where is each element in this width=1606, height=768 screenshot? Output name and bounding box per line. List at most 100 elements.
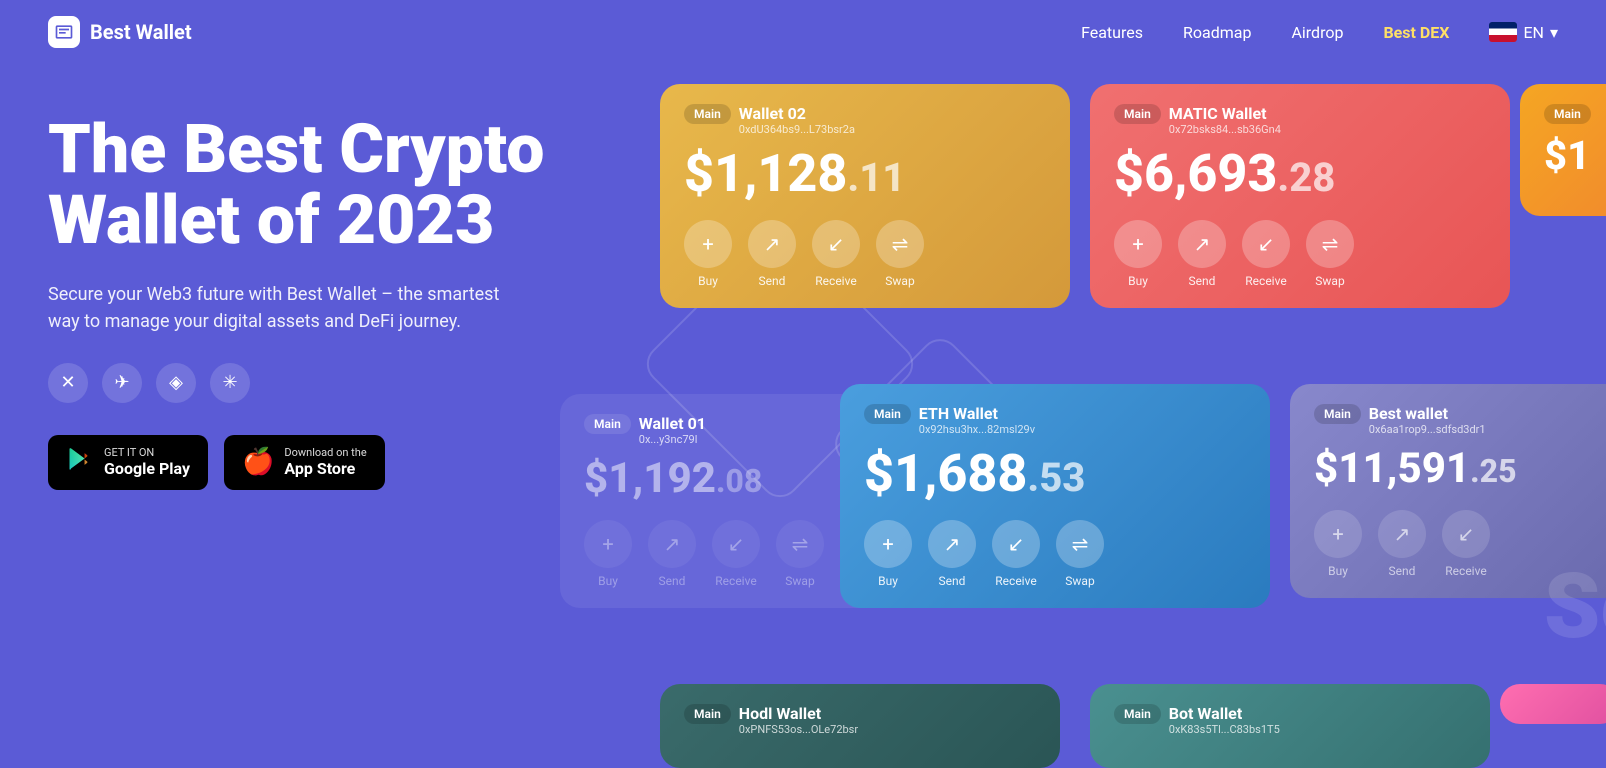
nav-roadmap[interactable]: Roadmap (1183, 23, 1251, 42)
best-actions: + Buy ↗ Send ↙ Receive (1314, 510, 1606, 578)
orange-badge: Main (1544, 104, 1591, 124)
wallet-card-pink (1500, 684, 1606, 724)
best-receive: ↙ Receive (1442, 510, 1490, 578)
wallet02-send[interactable]: ↗ Send (748, 220, 796, 288)
apple-icon: 🍎 (242, 447, 274, 477)
orange-header: Main (1544, 104, 1606, 124)
x-twitter-icon[interactable]: ✕ (48, 363, 88, 403)
matic-name-block: MATIC Wallet 0x72bsks84...sb36Gn4 (1169, 104, 1281, 136)
eth-amount: $1,688.53 (864, 448, 1246, 500)
chevron-down-icon: ▾ (1550, 23, 1558, 42)
app-store-text: Download on the App Store (284, 446, 366, 478)
best-addr: 0x6aa1rop9...sdfsd3dr1 (1369, 423, 1486, 436)
wallet-card-hodl: Main Hodl Wallet 0xPNFS53os...OLe72bsr (660, 684, 1060, 768)
wallet01-send-icon: ↗ (648, 520, 696, 568)
telegram-icon[interactable]: ✈ (102, 363, 142, 403)
wallet01-buy: + Buy (584, 520, 632, 588)
bot-name-block: Bot Wallet 0xK83s5Tl...C83bs1T5 (1169, 704, 1280, 736)
wallet01-receive: ↙ Receive (712, 520, 760, 588)
eth-badge: Main (864, 404, 911, 424)
wallet02-swap-icon: ⇌ (876, 220, 924, 268)
wallet01-swap-icon: ⇌ (776, 520, 824, 568)
wallet02-buy[interactable]: + Buy (684, 220, 732, 288)
best-name: Best wallet (1369, 404, 1486, 423)
matic-swap[interactable]: ⇌ Swap (1306, 220, 1354, 288)
nav-best-dex[interactable]: Best DEX (1383, 23, 1449, 42)
best-send: ↗ Send (1378, 510, 1426, 578)
flag-icon (1489, 22, 1517, 42)
wallet02-actions: + Buy ↗ Send ↙ Receive ⇌ Swap (684, 220, 1046, 288)
wallet02-name-block: Wallet 02 0xdU364bs9...L73bsr2a (739, 104, 855, 136)
language-selector[interactable]: EN ▾ (1489, 22, 1558, 42)
wallet01-name: Wallet 01 (639, 414, 706, 433)
logo-icon (48, 16, 80, 48)
asterisk-icon[interactable]: ✳ (210, 363, 250, 403)
matic-header: Main MATIC Wallet 0x72bsks84...sb36Gn4 (1114, 104, 1486, 136)
google-play-icon (66, 445, 94, 480)
lang-label: EN (1523, 23, 1544, 42)
social-icons: ✕ ✈ ◈ ✳ (48, 363, 608, 403)
hodl-name-block: Hodl Wallet 0xPNFS53os...OLe72bsr (739, 704, 858, 736)
hodl-addr: 0xPNFS53os...OLe72bsr (739, 723, 858, 736)
eth-send-icon: ↗ (928, 520, 976, 568)
matic-name: MATIC Wallet (1169, 104, 1281, 123)
wallet02-buy-icon: + (684, 220, 732, 268)
matic-send-icon: ↗ (1178, 220, 1226, 268)
bot-name: Bot Wallet (1169, 704, 1280, 723)
wallet-card-best: Main Best wallet 0x6aa1rop9...sdfsd3dr1 … (1290, 384, 1606, 598)
best-send-icon: ↗ (1378, 510, 1426, 558)
google-play-button[interactable]: GET IT ON Google Play (48, 435, 208, 490)
hero-title: The Best Crypto Wallet of 2023 (48, 114, 608, 257)
matic-buy-icon: + (1114, 220, 1162, 268)
nav-links: Features Roadmap Airdrop Best DEX EN ▾ (1081, 22, 1558, 42)
hodl-badge: Main (684, 704, 731, 724)
wallet02-receive-icon: ↙ (812, 220, 860, 268)
app-buttons: GET IT ON Google Play 🍎 Download on the … (48, 435, 608, 490)
eth-receive[interactable]: ↙ Receive (992, 520, 1040, 588)
wallet-card-eth: Main ETH Wallet 0x92hsu3hx...82msl29v $1… (840, 384, 1270, 608)
matic-send[interactable]: ↗ Send (1178, 220, 1226, 288)
logo-text: Best Wallet (90, 20, 192, 44)
best-header: Main Best wallet 0x6aa1rop9...sdfsd3dr1 (1314, 404, 1606, 436)
wallet02-header: Main Wallet 02 0xdU364bs9...L73bsr2a (684, 104, 1046, 136)
wallet-card-wallet02: Main Wallet 02 0xdU364bs9...L73bsr2a $1,… (660, 84, 1070, 308)
wallet02-send-icon: ↗ (748, 220, 796, 268)
matic-receive-icon: ↙ (1242, 220, 1290, 268)
matic-badge: Main (1114, 104, 1161, 124)
eth-swap-icon: ⇌ (1056, 520, 1104, 568)
wallet02-name: Wallet 02 (739, 104, 855, 123)
wallet-card-matic: Main MATIC Wallet 0x72bsks84...sb36Gn4 $… (1090, 84, 1510, 308)
hodl-header: Main Hodl Wallet 0xPNFS53os...OLe72bsr (684, 704, 1036, 736)
wallet01-send: ↗ Send (648, 520, 696, 588)
wallet02-receive[interactable]: ↙ Receive (812, 220, 860, 288)
hero-section: The Best Crypto Wallet of 2023 Secure yo… (0, 64, 1606, 490)
navigation: Best Wallet Features Roadmap Airdrop Bes… (0, 0, 1606, 64)
logo[interactable]: Best Wallet (48, 16, 192, 48)
orange-amount: $1 (1544, 136, 1606, 176)
discord-icon[interactable]: ◈ (156, 363, 196, 403)
wallet01-swap: ⇌ Swap (776, 520, 824, 588)
hero-left: The Best Crypto Wallet of 2023 Secure yo… (48, 84, 608, 490)
bot-badge: Main (1114, 704, 1161, 724)
wallet02-amount: $1,128.11 (684, 148, 1046, 200)
eth-addr: 0x92hsu3hx...82msl29v (919, 423, 1035, 436)
eth-buy[interactable]: + Buy (864, 520, 912, 588)
eth-swap[interactable]: ⇌ Swap (1056, 520, 1104, 588)
matic-actions: + Buy ↗ Send ↙ Receive ⇌ Swap (1114, 220, 1486, 288)
eth-send[interactable]: ↗ Send (928, 520, 976, 588)
wallet-card-bot: Main Bot Wallet 0xK83s5Tl...C83bs1T5 (1090, 684, 1490, 768)
wallet02-swap[interactable]: ⇌ Swap (876, 220, 924, 288)
nav-airdrop[interactable]: Airdrop (1291, 23, 1343, 42)
wallet01-addr: 0x...y3nc79l (639, 433, 706, 446)
matic-receive[interactable]: ↙ Receive (1242, 220, 1290, 288)
best-badge: Main (1314, 404, 1361, 424)
best-receive-icon: ↙ (1442, 510, 1490, 558)
eth-header: Main ETH Wallet 0x92hsu3hx...82msl29v (864, 404, 1246, 436)
matic-amount: $6,693.28 (1114, 148, 1486, 200)
matic-addr: 0x72bsks84...sb36Gn4 (1169, 123, 1281, 136)
cards-area: Main Wallet 02 0xdU364bs9...L73bsr2a $1,… (560, 64, 1606, 490)
bot-addr: 0xK83s5Tl...C83bs1T5 (1169, 723, 1280, 736)
matic-buy[interactable]: + Buy (1114, 220, 1162, 288)
app-store-button[interactable]: 🍎 Download on the App Store (224, 435, 385, 490)
nav-features[interactable]: Features (1081, 23, 1143, 42)
